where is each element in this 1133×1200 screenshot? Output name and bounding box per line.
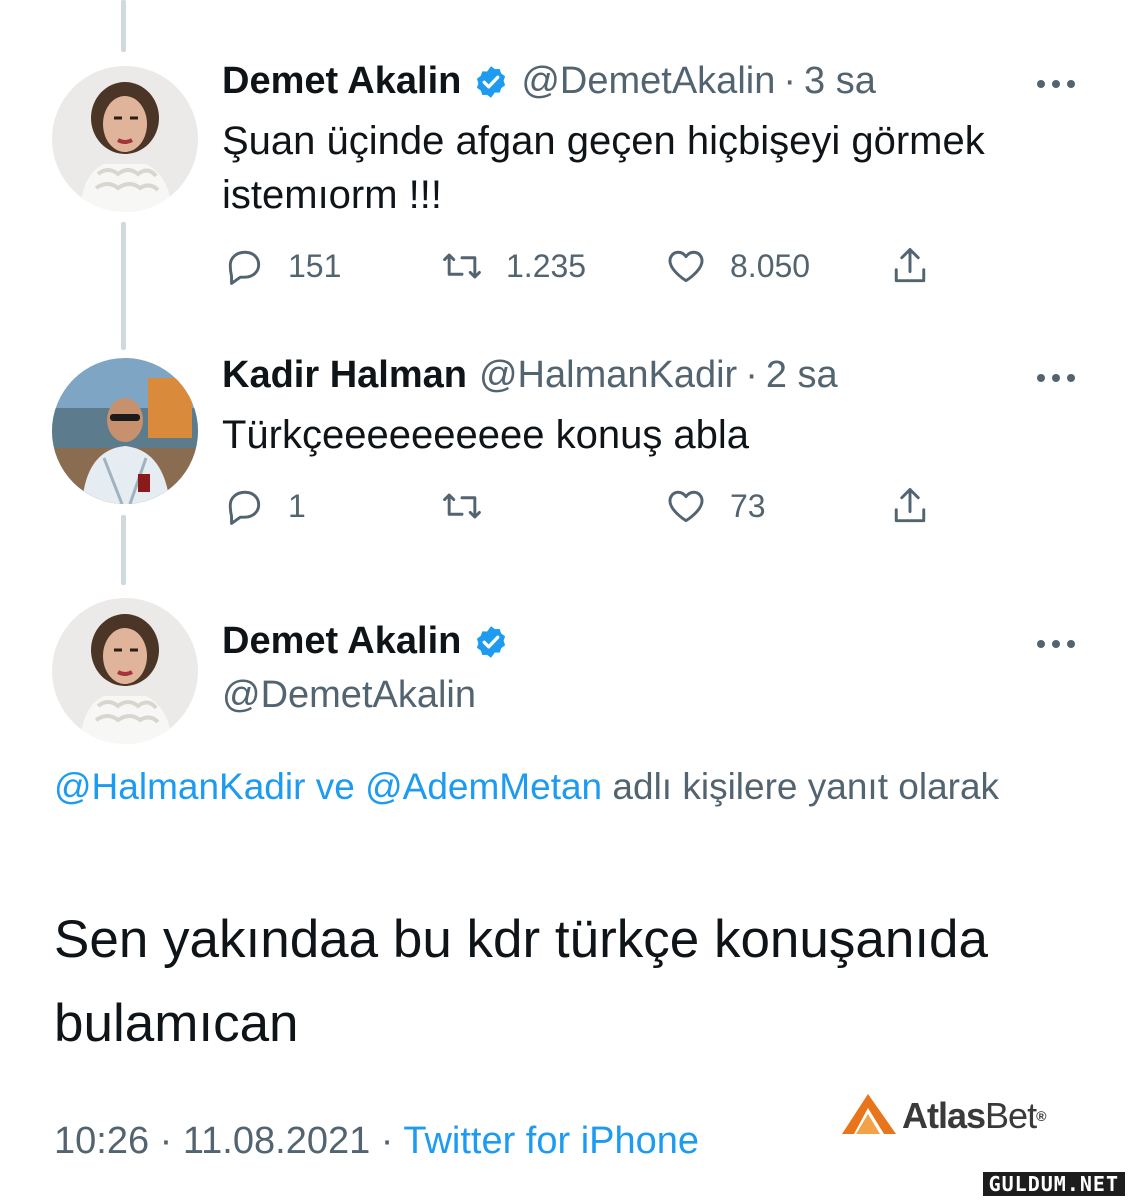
share-icon (894, 488, 926, 523)
tweet2-retweet-button[interactable] (440, 484, 484, 528)
atlasbet-wordmark-thin: Bet (985, 1095, 1037, 1136)
tweet2-more-icon[interactable] (1037, 374, 1075, 382)
atlasbet-wordmark: AtlasBet® (902, 1094, 1046, 1138)
avatar-kadir[interactable] (52, 358, 198, 504)
main-tweet-handle[interactable]: @DemetAkalin (222, 674, 476, 717)
main-tweet-more-icon[interactable] (1037, 640, 1075, 648)
tweet2-author-name[interactable]: Kadir Halman (222, 354, 467, 397)
atlasbet-wordmark-bold: Atlas (902, 1095, 986, 1136)
tweet2-reply-count: 1 (288, 487, 306, 524)
thread-line-1 (121, 222, 126, 350)
tweet1-reply-button[interactable]: 151 (222, 244, 341, 288)
reply-icon (228, 490, 261, 525)
tweet1-like-button[interactable]: 8.050 (664, 244, 810, 288)
reply-suffix: adlı kişilere yanıt olarak (612, 766, 1000, 807)
tweet1-author-name[interactable]: Demet Akalin (222, 60, 461, 103)
tweet1-separator: · (783, 60, 796, 102)
avatar-demet-main[interactable] (52, 598, 198, 744)
main-tweet-timestamp[interactable]: 10:26 · 11.08.2021 · (54, 1120, 393, 1162)
tweet1-time[interactable]: 3 sa (804, 60, 876, 103)
verified-badge-icon (477, 65, 506, 98)
reply-icon (228, 250, 261, 285)
tweet1-actions: 151 1.235 8.050 (222, 244, 962, 294)
tweet1-text: Şuan üçinde afgan geçen hiçbişeyi görmek… (222, 119, 985, 217)
main-tweet-author-name[interactable]: Demet Akalin (222, 620, 461, 663)
tweet2-text: Türkçeeeeeeeeee konuş abla (222, 413, 750, 457)
share-icon (894, 248, 926, 283)
thread-line-top (121, 0, 126, 52)
verified-badge-icon (477, 625, 506, 658)
thread-line-2 (121, 515, 126, 585)
tweet1-retweet-count: 1.235 (506, 247, 587, 284)
main-tweet-source[interactable]: Twitter for iPhone (403, 1120, 699, 1162)
tweet1-retweet-button[interactable]: 1.235 (440, 244, 586, 288)
atlasbet-mark-icon (842, 1094, 896, 1134)
main-tweet-name-row: Demet Akalin (222, 620, 509, 663)
tweet2-time[interactable]: 2 sa (766, 354, 838, 397)
tweet1-header: Demet Akalin @DemetAkalin · 3 sa (222, 60, 876, 103)
avatar-demet[interactable] (52, 66, 198, 212)
tweet1-more-icon[interactable] (1037, 80, 1075, 88)
mention-ademmetan[interactable]: @AdemMetan (365, 766, 602, 807)
tweet1-share-button[interactable] (888, 244, 932, 288)
retweet-icon (443, 253, 481, 279)
reply-context: @HalmanKadir ve @AdemMetan adlı kişilere… (54, 762, 1054, 812)
tweet2-share-button[interactable] (888, 484, 932, 528)
heart-icon (668, 250, 704, 283)
main-tweet-meta: 10:26 · 11.08.2021 · Twitter for iPhone (54, 1120, 699, 1163)
reply-and: ve (315, 766, 355, 807)
atlasbet-logo: AtlasBet® (838, 1088, 1046, 1138)
main-tweet-text: Sen yakındaa bu kdr türkçe konuşanıda bu… (54, 910, 988, 1053)
tweet1-handle[interactable]: @DemetAkalin (521, 60, 775, 103)
retweet-icon (443, 493, 481, 519)
main-tweet-handle-row: @DemetAkalin (222, 674, 476, 717)
site-watermark: GULDUM.NET (982, 1172, 1125, 1196)
tweet2-reply-button[interactable]: 1 (222, 484, 306, 528)
tweet2-separator: · (745, 354, 758, 396)
tweet2-actions: 1 73 (222, 484, 962, 534)
tweet1-reply-count: 151 (288, 247, 342, 284)
atlasbet-registered-mark: ® (1036, 1108, 1046, 1124)
mention-halmankadir[interactable]: @HalmanKadir (54, 766, 305, 807)
heart-icon (668, 490, 704, 523)
tweet2-handle[interactable]: @HalmanKadir (479, 354, 737, 397)
tweet2-like-count: 73 (730, 487, 766, 524)
tweet2-like-button[interactable]: 73 (664, 484, 766, 528)
tweet1-like-count: 8.050 (730, 247, 811, 284)
tweet2-header: Kadir Halman @HalmanKadir · 2 sa (222, 354, 838, 397)
